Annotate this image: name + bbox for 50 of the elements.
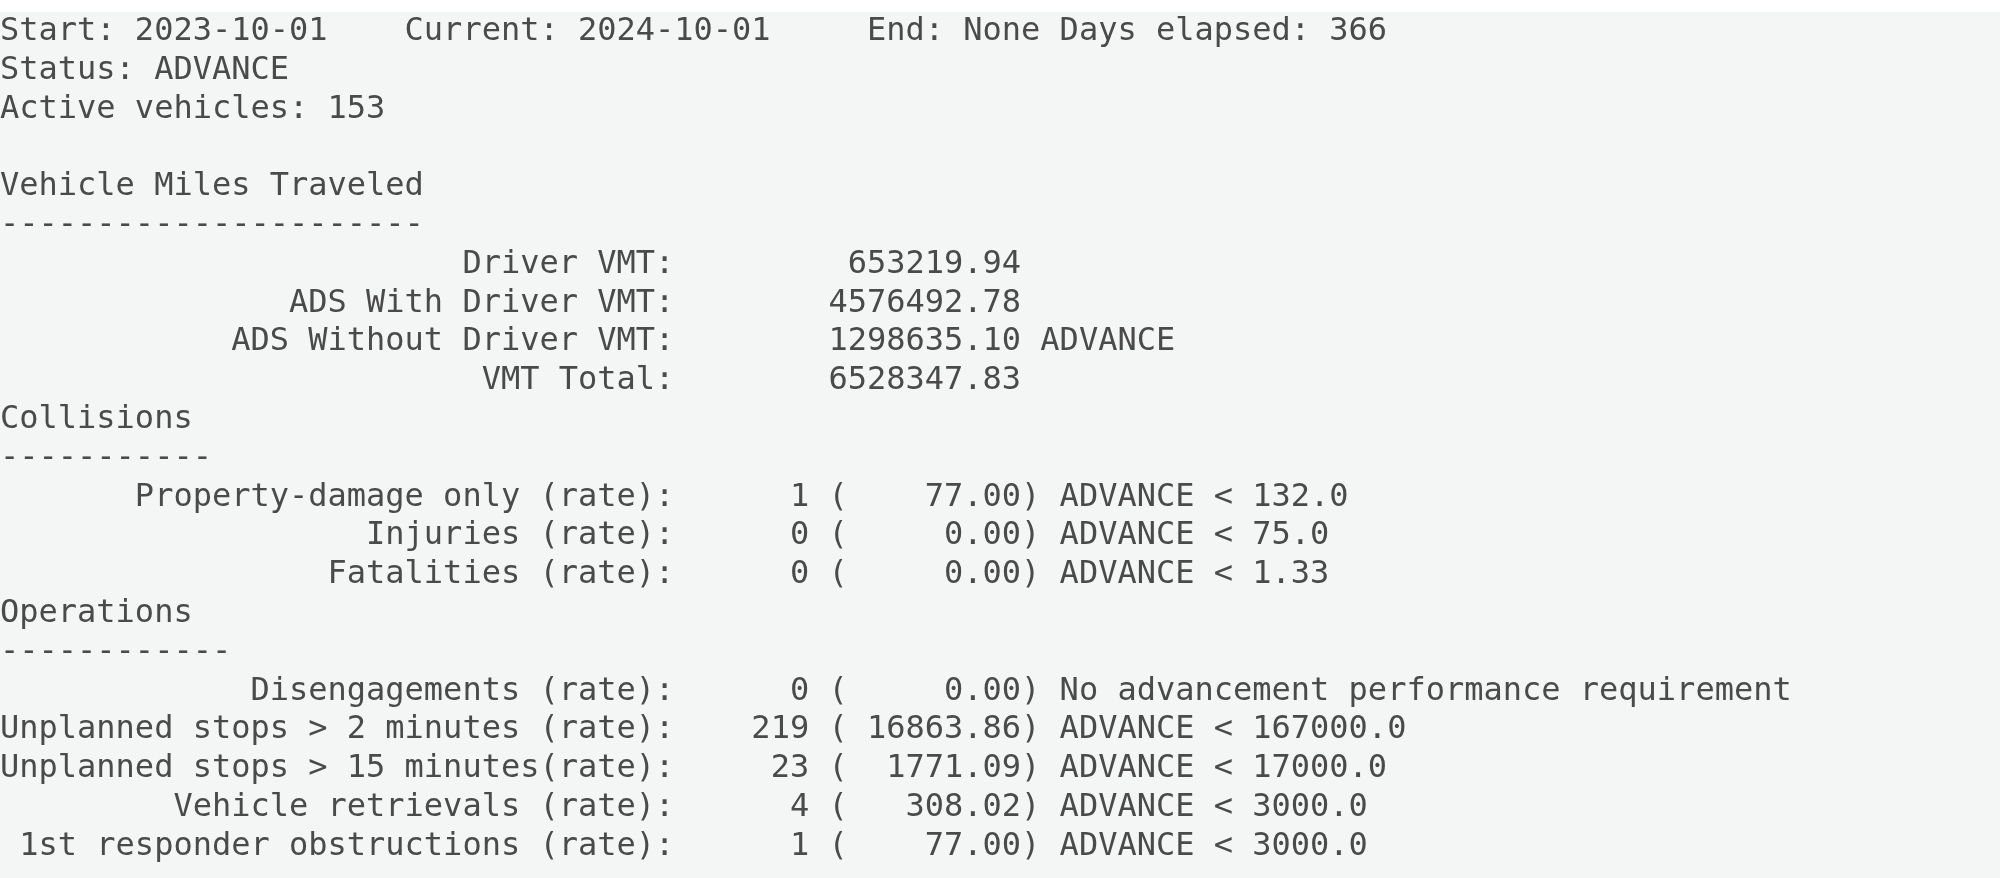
metric-label: 1st responder obstructions (rate): — [18, 824, 675, 864]
metric-rate: ( 1771.09) — [828, 747, 1041, 786]
metric-rate: ( 16863.86) — [828, 708, 1041, 748]
section-title: Operations — [0, 591, 194, 631]
metric-label: Unplanned stops > 15 minutes(rate): — [0, 747, 675, 786]
metric-count: 0 — [789, 514, 810, 553]
metric-label: Injuries (rate): — [365, 514, 675, 554]
metric-status: ADVANCE < 1.33 — [1059, 553, 1330, 592]
metric-status: ADVANCE < 132.0 — [1059, 475, 1349, 515]
metric-label: Vehicle retrievals (rate): — [172, 785, 675, 825]
section-underline: ----------- — [0, 436, 213, 476]
metric-count: 0 — [789, 669, 810, 708]
metric-status: ADVANCE < 17000.0 — [1059, 747, 1388, 786]
metric-label: ADS With Driver VMT: — [288, 281, 675, 321]
metric-rate: ( 77.00) — [828, 475, 1041, 515]
metric-value: 1298635.10 — [828, 320, 1022, 359]
metric-status: No advancement performance requirement — [1059, 669, 1792, 709]
section-title: Vehicle Miles Traveled — [0, 165, 425, 204]
metric-value: 653219.94 — [847, 242, 1022, 281]
section-underline: ------------ — [0, 630, 233, 670]
metric-rate: ( 308.02) — [828, 785, 1041, 825]
metric-rate: ( 77.00) — [828, 824, 1041, 864]
metric-label: VMT Total: — [480, 359, 675, 398]
metric-status: ADVANCE < 3000.0 — [1059, 785, 1368, 825]
metric-label: Property-damage only (rate): — [133, 475, 675, 515]
section-underline: ---------------------- — [0, 204, 425, 243]
metric-label: Unplanned stops > 2 minutes (rate): — [0, 708, 675, 748]
metric-rate: ( 0.00) — [828, 514, 1041, 554]
section-title: Collisions — [0, 397, 194, 437]
metric-count: 1 — [789, 475, 810, 514]
metric-label: Fatalities (rate): — [326, 553, 675, 592]
metric-status: ADVANCE — [1040, 320, 1176, 360]
metric-rate: ( 0.00) — [828, 669, 1041, 709]
report-header-line: Start: 2023-10-01 Current: 2024-10-01 End: None Days elapsed: 366 — [0, 12, 1389, 49]
metric-value: 6528347.83 — [828, 359, 1022, 398]
metric-label: ADS Without Driver VMT: — [230, 320, 675, 360]
metric-label: Driver VMT: — [461, 242, 675, 282]
metric-count: 0 — [789, 553, 810, 592]
metric-status: ADVANCE < 3000.0 — [1059, 824, 1368, 864]
metric-label: Disengagements (rate): — [249, 669, 675, 709]
metric-status: ADVANCE < 167000.0 — [1059, 708, 1407, 748]
report-header-line: Status: ADVANCE — [0, 48, 290, 88]
metric-count: 23 — [770, 747, 810, 786]
report-header-line: Active vehicles: 153 — [0, 87, 387, 127]
metric-count: 219 — [751, 708, 810, 747]
metric-status: ADVANCE < 75.0 — [1059, 514, 1330, 554]
metric-count: 1 — [789, 824, 810, 863]
metric-value: 4576492.78 — [828, 281, 1022, 320]
metric-count: 4 — [789, 785, 810, 824]
metric-rate: ( 0.00) — [828, 553, 1041, 592]
